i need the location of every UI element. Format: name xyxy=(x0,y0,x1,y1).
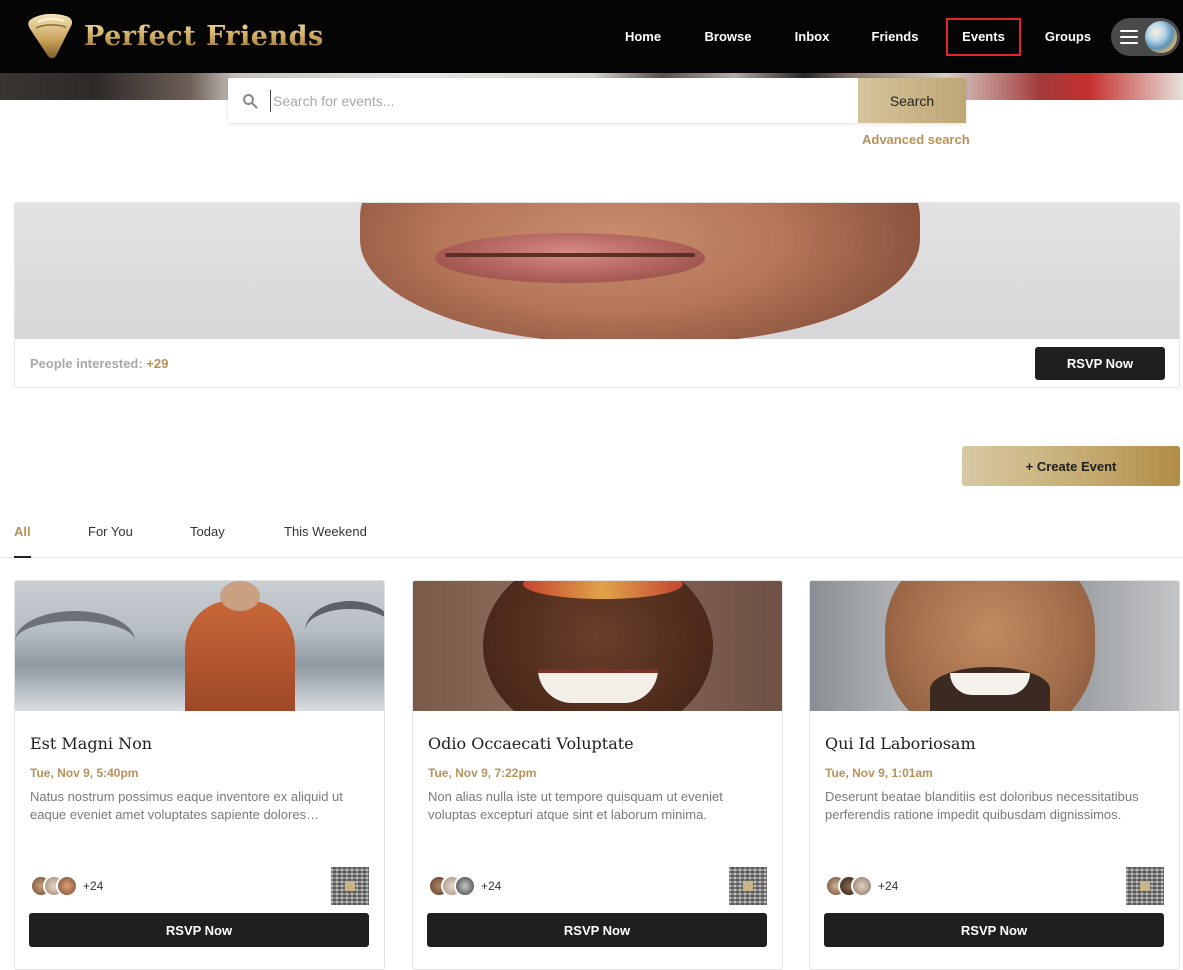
nav-inbox[interactable]: Inbox xyxy=(786,18,838,56)
event-date: Tue, Nov 9, 7:22pm xyxy=(428,766,537,780)
create-event-button[interactable]: + Create Event xyxy=(962,446,1180,486)
event-image[interactable] xyxy=(413,581,782,711)
nav-home[interactable]: Home xyxy=(617,18,669,56)
attendee-count: +24 xyxy=(83,879,104,893)
event-date: Tue, Nov 9, 1:01am xyxy=(825,766,933,780)
account-menu-toggle[interactable] xyxy=(1111,18,1180,56)
rsvp-button[interactable]: RSVP Now xyxy=(824,913,1164,947)
featured-event-card: People interested: +29 RSVP Now xyxy=(14,202,1180,388)
event-description: Natus nostrum possimus eaque inventore e… xyxy=(30,789,343,822)
event-card[interactable]: Qui Id Laboriosam Tue, Nov 9, 1:01am Des… xyxy=(809,580,1180,970)
attendee-count: +24 xyxy=(878,879,899,893)
tab-today[interactable]: Today xyxy=(190,524,225,558)
attendee-avatars: +24 xyxy=(825,875,898,897)
rsvp-button[interactable]: RSVP Now xyxy=(29,913,369,947)
advanced-search-link[interactable]: Advanced search xyxy=(862,132,970,147)
featured-rsvp-button[interactable]: RSVP Now xyxy=(1035,347,1165,380)
event-image[interactable] xyxy=(15,581,384,711)
attendee-avatar xyxy=(851,875,873,897)
search-icon xyxy=(243,94,258,109)
event-title[interactable]: Odio Occaecati Voluptate xyxy=(428,734,634,753)
top-navbar: Perfect Friends Home Browse Inbox Friend… xyxy=(0,0,1183,73)
event-filter-tabs: All For You Today This Weekend xyxy=(0,520,1183,558)
nav-events[interactable]: Events xyxy=(946,18,1021,56)
featured-event-image[interactable] xyxy=(15,203,1179,339)
nav-groups[interactable]: Groups xyxy=(1038,18,1098,56)
attendee-avatars: +24 xyxy=(30,875,103,897)
qr-code-icon[interactable] xyxy=(1126,867,1164,905)
event-search-bar: Search xyxy=(228,78,966,123)
event-card[interactable]: Est Magni Non Tue, Nov 9, 5:40pm Natus n… xyxy=(14,580,385,970)
event-image[interactable] xyxy=(810,581,1179,711)
rsvp-button[interactable]: RSVP Now xyxy=(427,913,767,947)
hamburger-icon xyxy=(1120,30,1138,44)
main-nav: Home Browse Inbox Friends Events Groups xyxy=(0,18,1183,56)
tab-all[interactable]: All xyxy=(14,524,31,558)
nav-browse[interactable]: Browse xyxy=(698,18,758,56)
qr-code-icon[interactable] xyxy=(729,867,767,905)
interested-label: People interested: xyxy=(30,356,143,371)
tab-for-you[interactable]: For You xyxy=(88,524,133,558)
event-card[interactable]: Odio Occaecati Voluptate Tue, Nov 9, 7:2… xyxy=(412,580,783,970)
attendee-avatar xyxy=(56,875,78,897)
qr-code-icon[interactable] xyxy=(331,867,369,905)
people-interested: People interested: +29 xyxy=(30,356,168,371)
attendee-avatars: +24 xyxy=(428,875,501,897)
event-description: Non alias nulla iste ut tempore quisquam… xyxy=(428,789,723,822)
attendee-avatar xyxy=(454,875,476,897)
attendee-count: +24 xyxy=(481,879,502,893)
event-title[interactable]: Est Magni Non xyxy=(30,734,152,753)
search-button[interactable]: Search xyxy=(858,78,966,123)
event-title[interactable]: Qui Id Laboriosam xyxy=(825,734,976,753)
nav-friends[interactable]: Friends xyxy=(864,18,926,56)
interested-count: +29 xyxy=(146,356,169,371)
search-input[interactable] xyxy=(270,90,840,112)
tab-this-weekend[interactable]: This Weekend xyxy=(284,524,367,558)
event-date: Tue, Nov 9, 5:40pm xyxy=(30,766,139,780)
event-description: Deserunt beatae blanditiis est doloribus… xyxy=(825,789,1139,822)
user-avatar xyxy=(1145,21,1177,53)
